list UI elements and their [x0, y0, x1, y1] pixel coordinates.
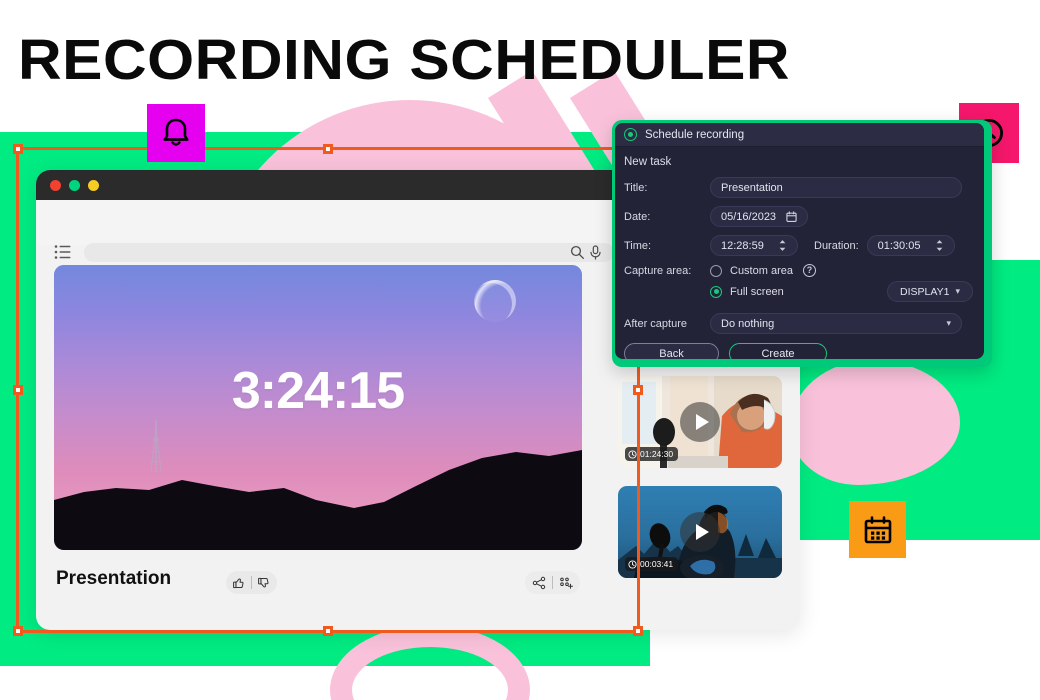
after-capture-label: After capture — [624, 317, 687, 330]
calendar-icon — [864, 515, 891, 543]
share-save-buttons[interactable] — [525, 571, 580, 594]
dialog-actions: Back Create — [624, 343, 973, 359]
video-player[interactable]: 3:24:15 — [54, 265, 582, 550]
date-value: 05/16/2023 — [721, 210, 777, 223]
schedule-dialog-frame: Schedule recording New task Title: Prese… — [612, 120, 992, 367]
thumbs-down-icon[interactable] — [257, 576, 271, 590]
clock-icon — [628, 449, 637, 459]
title-input[interactable]: Presentation — [710, 177, 962, 198]
record-icon — [624, 128, 637, 141]
capture-area-label: Capture area: — [624, 264, 692, 277]
radio-custom-area[interactable] — [710, 264, 722, 277]
recording-timer: 3:24:15 — [231, 362, 405, 420]
page-title: RECORDING SCHEDULER — [18, 28, 791, 92]
display-select[interactable]: DISPLAY1 ▾ — [887, 281, 973, 302]
create-button[interactable]: Create — [729, 343, 827, 359]
time-value: 12:28:59 — [721, 239, 764, 252]
after-capture-value: Do nothing — [721, 317, 775, 330]
title-label: Title: — [624, 181, 648, 194]
thumbs-up-icon[interactable] — [232, 576, 246, 590]
minimize-button[interactable] — [88, 180, 99, 191]
divider — [251, 576, 252, 589]
mountain-silhouette — [54, 450, 582, 550]
dialog-body: New task Title: Presentation Date: 05/16… — [615, 147, 984, 359]
bell-badge — [147, 104, 205, 162]
reaction-buttons[interactable] — [226, 571, 277, 594]
chevron-down-icon: ▾ — [946, 318, 951, 328]
share-icon[interactable] — [532, 576, 546, 590]
list-item[interactable]: 00:03:41 — [618, 486, 782, 578]
schedule-recording-dialog: Schedule recording New task Title: Prese… — [615, 123, 984, 359]
back-button[interactable]: Back — [624, 343, 719, 359]
dialog-title: Schedule recording — [645, 128, 745, 141]
help-icon[interactable]: ? — [802, 264, 816, 277]
play-icon[interactable] — [680, 512, 720, 552]
clock-icon — [628, 559, 637, 569]
duration-badge: 01:24:30 — [625, 447, 679, 461]
full-screen-row: Full screen DISPLAY1 ▾ — [624, 281, 973, 302]
time-input[interactable]: 12:28:59 — [710, 235, 798, 256]
divider — [552, 576, 553, 589]
calendar-icon[interactable] — [786, 211, 797, 222]
duration-value: 01:30:05 — [877, 239, 921, 252]
duration-text: 00:03:41 — [640, 559, 674, 569]
close-button[interactable] — [50, 180, 61, 191]
dialog-titlebar: Schedule recording — [615, 123, 984, 147]
video-title: Presentation — [56, 568, 172, 589]
bell-icon — [163, 118, 189, 146]
after-capture-select[interactable]: Do nothing ▾ — [710, 313, 962, 334]
time-label: Time: — [624, 239, 652, 252]
list-icon[interactable] — [54, 244, 72, 260]
calendar-badge — [849, 501, 906, 558]
spinner-icon[interactable] — [778, 239, 787, 252]
after-capture-row: After capture Do nothing ▾ — [624, 313, 973, 334]
maximize-button[interactable] — [69, 180, 80, 191]
radio-full-screen[interactable] — [710, 285, 722, 298]
time-row: Time: 12:28:59 Duration: 01:30:05 — [624, 235, 973, 256]
window-controls[interactable] — [50, 180, 99, 191]
moon-decor — [474, 280, 516, 322]
radio-full-screen-label: Full screen — [730, 285, 784, 298]
duration-label: Duration: — [814, 239, 859, 252]
capture-area-row: Capture area: Custom area ? — [624, 264, 973, 277]
search-icon[interactable] — [570, 245, 585, 260]
search-input[interactable] — [84, 243, 614, 262]
date-input[interactable]: 05/16/2023 — [710, 206, 808, 227]
microphone-icon[interactable] — [589, 245, 602, 260]
title-row: Title: Presentation — [624, 177, 973, 198]
radio-custom-area-label: Custom area — [730, 264, 793, 277]
duration-text: 01:24:30 — [640, 449, 674, 459]
duration-badge: 00:03:41 — [625, 557, 679, 571]
title-value: Presentation — [721, 181, 783, 194]
new-task-label: New task — [624, 156, 672, 168]
play-icon[interactable] — [680, 402, 720, 442]
chevron-down-icon: ▾ — [955, 286, 960, 296]
date-row: Date: 05/16/2023 — [624, 206, 973, 227]
spinner-icon[interactable] — [935, 239, 944, 252]
player-footer: Presentation — [54, 562, 582, 606]
page-root: RECORDING SCHEDULER 3:24:15 Presentation… — [0, 0, 1040, 700]
display-value: DISPLAY1 — [900, 285, 950, 298]
date-label: Date: — [624, 210, 651, 223]
save-to-playlist-icon[interactable] — [559, 576, 573, 590]
duration-input[interactable]: 01:30:05 — [866, 235, 955, 256]
list-item[interactable]: 01:24:30 — [618, 376, 782, 468]
